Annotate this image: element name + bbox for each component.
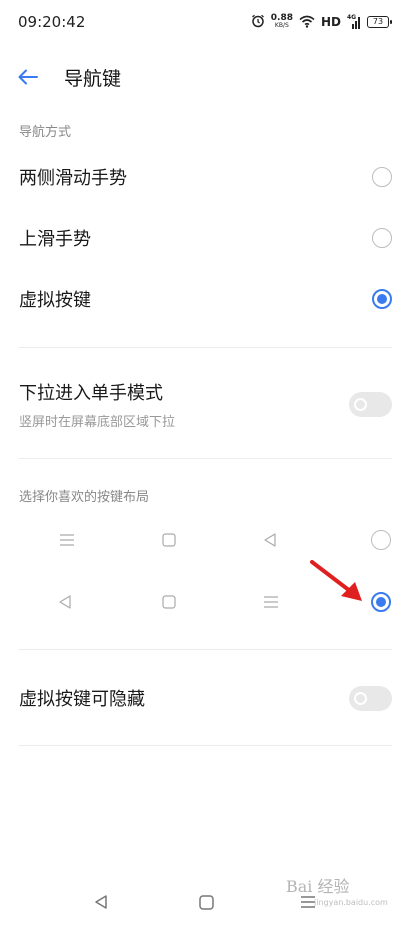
annotation-arrow-icon — [310, 560, 362, 601]
nav-option-radio-selected[interactable] — [372, 289, 392, 309]
triangle-back-icon — [262, 532, 278, 548]
nav-home-icon[interactable] — [196, 892, 216, 912]
divider — [19, 458, 392, 459]
divider — [19, 347, 392, 348]
divider — [19, 649, 392, 650]
one-hand-mode-toggle[interactable] — [349, 391, 392, 417]
nav-option-radio[interactable] — [372, 167, 392, 187]
nav-option-radio[interactable] — [372, 228, 392, 248]
status-bar: 09:20:42 0.88 KB/S HD 4G 73 — [0, 0, 411, 44]
nav-option-virtual-keys[interactable]: 虚拟按键 — [0, 277, 411, 321]
square-icon — [161, 594, 177, 610]
hd-label: HD — [320, 15, 341, 29]
alarm-icon — [251, 13, 265, 32]
layout-radio[interactable] — [371, 530, 391, 550]
wifi-icon — [299, 13, 315, 32]
menu-icon — [59, 532, 75, 548]
layout-option-1[interactable] — [0, 520, 411, 560]
status-icons: 0.88 KB/S HD 4G 73 — [251, 13, 392, 32]
hideable-keys-row[interactable]: 虚拟按键可隐藏 — [0, 676, 411, 720]
nav-option-label: 两侧滑动手势 — [19, 168, 127, 189]
net-speed: 0.88 KB/S — [271, 14, 293, 30]
status-time: 09:20:42 — [18, 13, 86, 31]
battery-icon: 73 — [367, 16, 392, 28]
nav-option-label: 上滑手势 — [19, 229, 91, 250]
nav-option-side-swipe[interactable]: 两侧滑动手势 — [0, 155, 411, 199]
signal-label: 4G — [347, 13, 357, 21]
triangle-back-icon — [57, 594, 73, 610]
layout-radio-selected[interactable] — [371, 592, 391, 612]
page-title: 导航键 — [64, 67, 122, 90]
watermark-text: Bai 经验 — [286, 877, 350, 896]
divider — [19, 745, 392, 746]
header: 导航键 — [0, 52, 411, 102]
one-hand-mode-row[interactable]: 下拉进入单手模式 竖屏时在屏幕底部区域下拉 — [0, 376, 411, 432]
nav-option-label: 虚拟按键 — [19, 290, 91, 311]
watermark-sub: jingyan.baidu.com — [313, 898, 388, 907]
signal-icon: 4G — [347, 13, 361, 29]
layout-section-title: 选择你喜欢的按键布局 — [19, 490, 150, 505]
watermark-logo: Bai 经验 jingyan.baidu.com — [286, 877, 388, 907]
one-hand-mode-label: 下拉进入单手模式 — [19, 382, 163, 404]
back-arrow-icon — [18, 69, 38, 85]
net-speed-value: 0.88 — [270, 13, 293, 23]
net-speed-unit: KB/S — [274, 22, 289, 29]
back-button[interactable] — [8, 57, 48, 97]
hideable-keys-label: 虚拟按键可隐藏 — [19, 689, 145, 710]
hideable-keys-toggle[interactable] — [349, 685, 392, 711]
menu-icon — [263, 594, 279, 610]
nav-back-icon[interactable] — [91, 892, 111, 912]
one-hand-mode-subtitle: 竖屏时在屏幕底部区域下拉 — [19, 414, 176, 430]
square-icon — [161, 532, 177, 548]
nav-option-swipe-up[interactable]: 上滑手势 — [0, 216, 411, 260]
nav-mode-section-title: 导航方式 — [19, 125, 72, 140]
